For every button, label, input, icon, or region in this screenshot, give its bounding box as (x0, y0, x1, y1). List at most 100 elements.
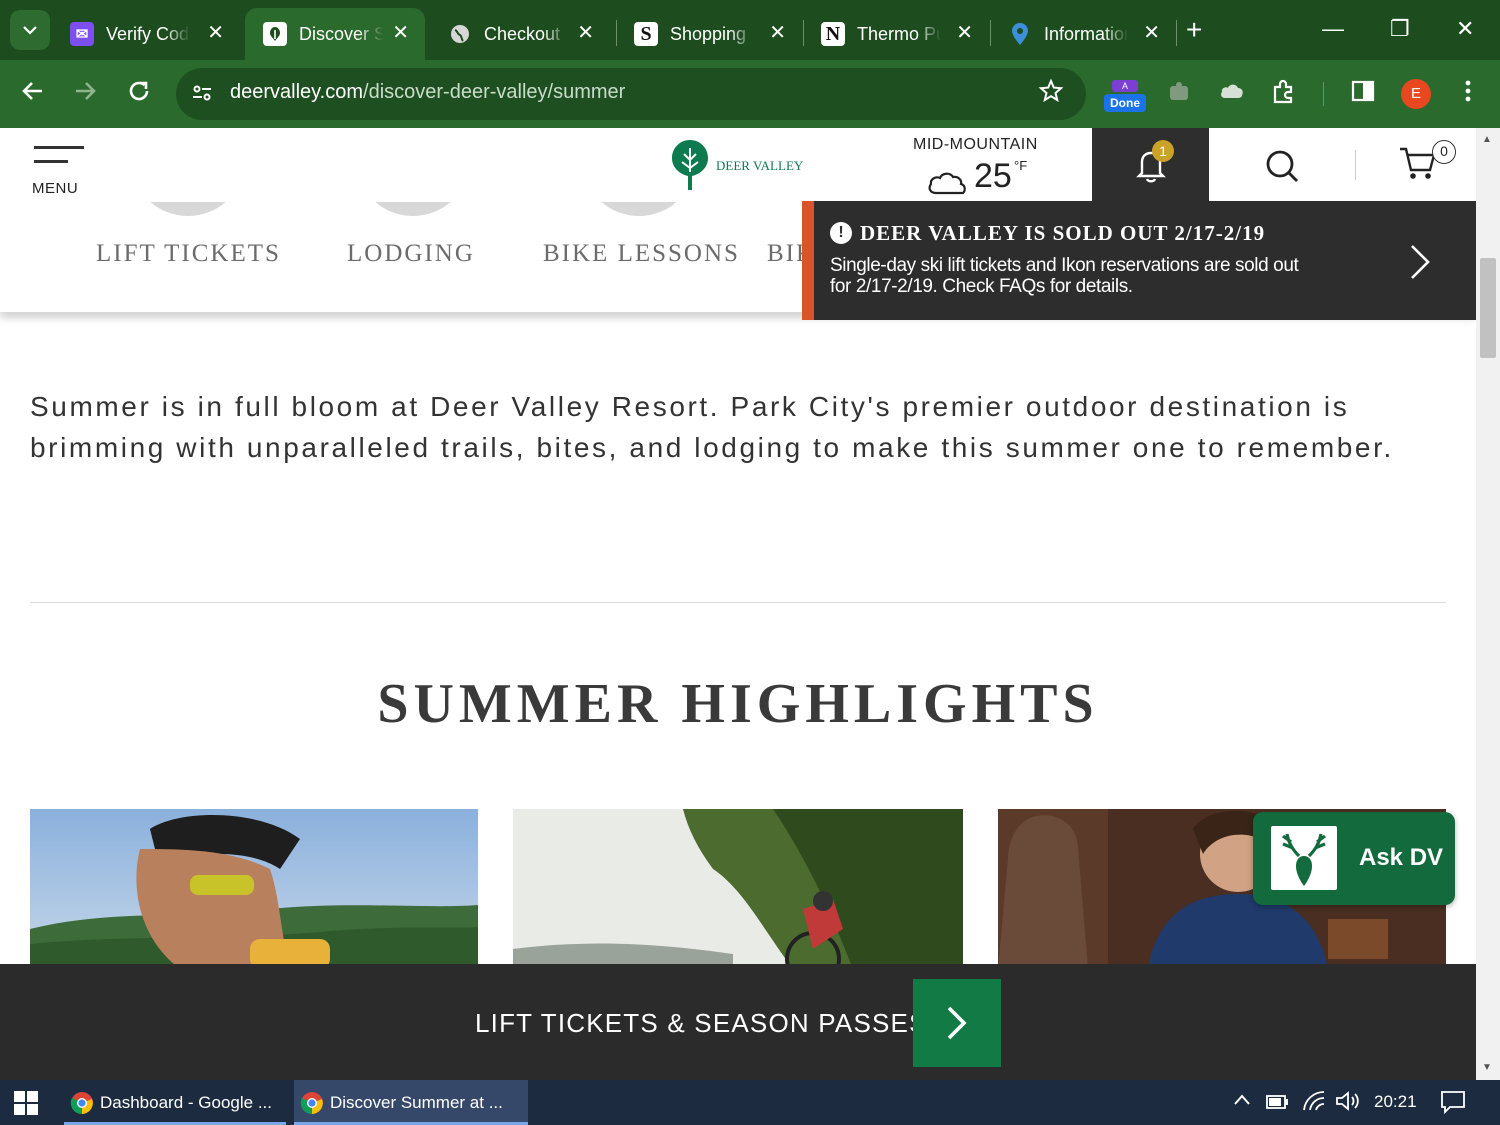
ask-dv-label: Ask DV (1359, 844, 1444, 871)
alert-exclamation-icon: ! (830, 222, 852, 244)
browser-menu-icon[interactable] (1458, 78, 1478, 112)
tab-discover-summer[interactable]: Discover Summer at Deer Valley ✕ (245, 8, 425, 60)
s-icon: S (634, 22, 658, 46)
toolbar-separator (1323, 82, 1324, 106)
url-host: deervalley.com (230, 81, 364, 103)
quick-link-image (584, 202, 694, 216)
tab-checkout[interactable]: Checkout ✕ (430, 8, 610, 60)
highlight-card-cyclist[interactable] (30, 809, 478, 969)
tab-information[interactable]: Information ✕ (990, 8, 1176, 60)
taskbar-item-discover-summer[interactable]: Discover Summer at ... (294, 1080, 528, 1125)
scrollbar-thumb[interactable] (1480, 258, 1496, 358)
ask-dv-chat-button[interactable]: Ask DV (1253, 812, 1455, 905)
url-text: deervalley.com/discover-deer-valley/summ… (230, 81, 625, 104)
chevron-down-icon (23, 26, 37, 35)
window-close-button[interactable]: ✕ (1456, 14, 1474, 44)
windows-start-icon[interactable] (14, 1091, 38, 1120)
new-tab-button[interactable]: + (1186, 15, 1202, 45)
tray-chevron-up-icon[interactable] (1232, 1090, 1252, 1116)
quick-link-image (133, 202, 243, 216)
forward-button[interactable] (72, 78, 98, 110)
sold-out-alert[interactable]: ! DEER VALLEY IS SOLD OUT 2/17-2/19 Sing… (802, 201, 1476, 320)
scroll-down-arrow-icon[interactable]: ▼ (1482, 1062, 1492, 1073)
quick-link-bike-lessons[interactable]: BIKE LESSONS (543, 240, 740, 268)
close-icon[interactable]: ✕ (207, 21, 224, 45)
chrome-icon (70, 1091, 93, 1114)
web-page: MENU DEER VALLEY MID-MOUNTAIN 25 °F 1 0 … (0, 128, 1476, 1080)
lift-tickets-cta-button[interactable] (913, 979, 1001, 1067)
quick-link-lodging[interactable]: LODGING (347, 240, 475, 268)
tab-separator (1176, 20, 1177, 46)
hamburger-icon-bar (34, 160, 68, 163)
restore-button[interactable]: ❐ (1390, 14, 1410, 44)
volume-icon[interactable] (1334, 1090, 1362, 1118)
deer-head-icon (1271, 826, 1337, 890)
back-button[interactable] (20, 78, 46, 110)
wifi-icon[interactable] (1302, 1090, 1326, 1118)
close-icon[interactable]: ✕ (1143, 21, 1160, 45)
quick-link-image (358, 202, 468, 216)
side-panel-icon[interactable] (1350, 78, 1376, 112)
tab-thermo[interactable]: N Thermo Pulse ✕ (803, 8, 989, 60)
taskbar-clock[interactable]: 20:21 (1374, 1092, 1417, 1112)
menu-label: MENU (32, 180, 79, 197)
close-icon[interactable]: ✕ (392, 21, 409, 45)
extension-cloud-icon[interactable] (1218, 78, 1246, 112)
minimize-button[interactable]: — (1322, 14, 1344, 44)
taskbar-item-dashboard[interactable]: Dashboard - Google ... (64, 1080, 286, 1125)
scroll-up-arrow-icon[interactable]: ▲ (1482, 134, 1492, 145)
n-icon: N (821, 22, 845, 46)
cart-count-badge: 0 (1432, 140, 1456, 164)
deer-valley-logo[interactable]: DEER VALLEY (668, 138, 808, 194)
highlight-card-mountain-bike[interactable] (513, 809, 963, 969)
quick-link-lift-tickets[interactable]: LIFT TICKETS (96, 240, 281, 268)
search-icon[interactable] (1264, 148, 1300, 189)
notifications-button[interactable]: 1 (1092, 128, 1209, 202)
chrome-icon (300, 1091, 323, 1114)
tab-label: Discover Summer at Deer Valley (299, 23, 383, 44)
alert-title: DEER VALLEY IS SOLD OUT 2/17-2/19 (860, 221, 1266, 245)
action-center-icon[interactable] (1440, 1090, 1466, 1119)
profile-avatar[interactable]: E (1401, 79, 1431, 109)
page-scrollbar[interactable]: ▲ ▼ (1476, 128, 1500, 1080)
weather-widget[interactable]: MID-MOUNTAIN 25 °F (900, 136, 1060, 196)
browser-toolbar: deervalley.com/discover-deer-valley/summ… (0, 60, 1500, 128)
extension-puzzle-gray-icon[interactable] (1166, 78, 1192, 112)
extension-badge-top: A (1112, 80, 1138, 92)
intro-paragraph: Summer is in full bloom at Deer Valley R… (30, 391, 1394, 463)
notification-count-badge: 1 (1152, 140, 1174, 162)
logo-text: DEER VALLEY (716, 158, 804, 173)
bookmark-star-icon[interactable] (1038, 78, 1064, 111)
screen: ✉ Verify Code ✕ Discover Summer at Deer … (0, 0, 1500, 1125)
extension-done-button[interactable]: A Done (1104, 80, 1146, 112)
tab-verify-code[interactable]: ✉ Verify Code ✕ (52, 8, 240, 60)
lift-tickets-cta-bar[interactable]: LIFT TICKETS & SEASON PASSES (0, 964, 1476, 1080)
menu-button[interactable]: MENU (32, 142, 88, 197)
tab-search-button[interactable] (10, 10, 50, 50)
tab-label: Checkout (484, 23, 561, 44)
close-icon[interactable]: ✕ (769, 21, 786, 45)
alert-accent-stripe (802, 201, 814, 320)
weather-location-label: MID-MOUNTAIN (913, 136, 1038, 153)
mountain-biker-forest-photo (513, 809, 963, 969)
weather-unit: °F (1014, 158, 1028, 173)
summer-highlights-heading: SUMMER HIGHLIGHTS (377, 673, 1099, 735)
globe-icon (448, 22, 472, 46)
header-separator (1355, 150, 1356, 180)
reload-icon (129, 81, 149, 101)
address-bar[interactable]: deervalley.com/discover-deer-valley/summ… (176, 68, 1086, 120)
taskbar-item-label: Dashboard - Google ... (100, 1092, 272, 1112)
close-icon[interactable]: ✕ (956, 21, 973, 45)
site-info-icon[interactable] (190, 81, 214, 105)
pin-icon (1008, 22, 1032, 46)
reload-button[interactable] (126, 78, 152, 110)
chevron-right-icon[interactable] (1408, 243, 1432, 286)
mail-icon: ✉ (70, 22, 94, 46)
extensions-puzzle-icon[interactable] (1270, 78, 1298, 114)
battery-icon[interactable] (1264, 1090, 1290, 1118)
close-icon[interactable]: ✕ (577, 21, 594, 45)
windows-taskbar: Dashboard - Google ... Discover Summer a… (0, 1080, 1500, 1125)
tab-shopping[interactable]: S Shopping ✕ (616, 8, 802, 60)
cloud-icon (928, 172, 966, 195)
section-divider (30, 602, 1446, 603)
